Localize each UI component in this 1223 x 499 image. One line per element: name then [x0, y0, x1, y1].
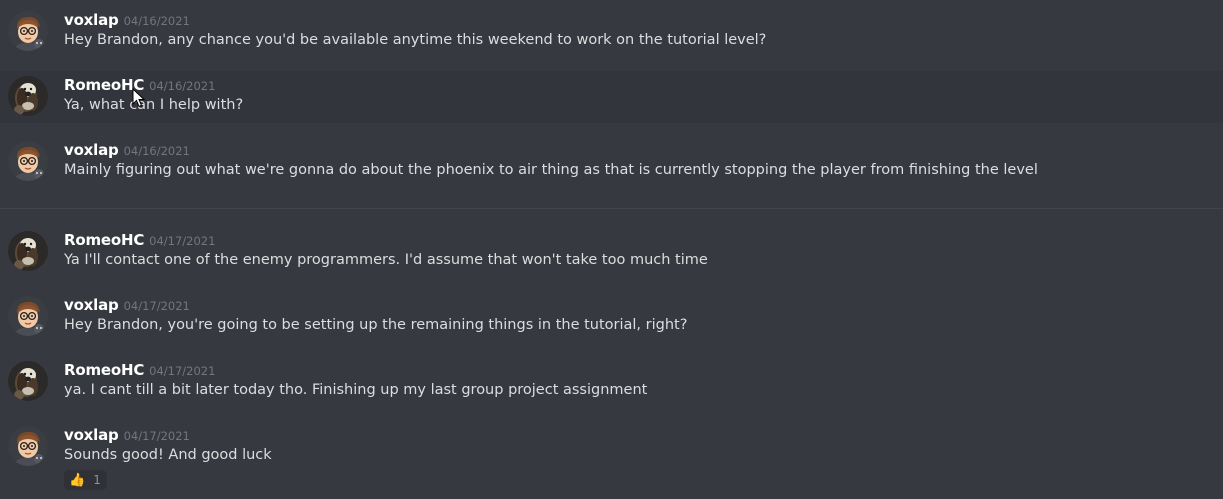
username[interactable]: voxlap	[64, 296, 119, 314]
message-header: RomeoHC 04/17/2021	[64, 230, 215, 249]
timestamp: 04/17/2021	[123, 299, 190, 313]
reaction-count: 1	[93, 473, 101, 487]
username[interactable]: voxlap	[64, 426, 119, 444]
timestamp: 04/16/2021	[149, 79, 216, 93]
chat-messages: voxlap 04/16/2021 Hey Brandon, any chance…	[0, 0, 1223, 499]
message-header: voxlap 04/17/2021	[64, 295, 190, 314]
romeohc-avatar[interactable]	[8, 231, 48, 271]
message-item: RomeoHC 04/17/2021 ya. I cant till a bit …	[0, 356, 1223, 408]
date-divider	[0, 208, 1223, 209]
voxlap-avatar[interactable]	[8, 426, 48, 466]
username[interactable]: voxlap	[64, 11, 119, 29]
message-header: RomeoHC 04/17/2021	[64, 360, 215, 379]
message-text: Hey Brandon, you're going to be setting …	[64, 317, 688, 333]
romeohc-avatar[interactable]	[8, 361, 48, 401]
message-header: voxlap 04/16/2021	[64, 10, 190, 29]
timestamp: 04/16/2021	[123, 14, 190, 28]
romeohc-avatar[interactable]	[8, 76, 48, 116]
message-text: Mainly figuring out what we're gonna do …	[64, 162, 1038, 178]
message-text: ya. I cant till a bit later today tho. F…	[64, 382, 648, 398]
message-text: Sounds good! And good luck	[64, 447, 272, 463]
voxlap-avatar[interactable]	[8, 141, 48, 181]
message-item: RomeoHC 04/17/2021 Ya I'll contact one of…	[0, 226, 1223, 278]
username[interactable]: voxlap	[64, 141, 119, 159]
voxlap-avatar[interactable]	[8, 11, 48, 51]
message-item: voxlap 04/16/2021 Mainly figuring out wha…	[0, 136, 1223, 188]
thumbs-up-icon: 👍	[69, 472, 86, 488]
message-header: RomeoHC 04/16/2021	[64, 75, 215, 94]
message-item: voxlap 04/17/2021 Sounds good! And good l…	[0, 421, 1223, 473]
message-item: RomeoHC 04/16/2021 Ya, what can I help wi…	[0, 71, 1223, 123]
username[interactable]: RomeoHC	[64, 361, 144, 379]
message-item: voxlap 04/17/2021 Hey Brandon, you're goi…	[0, 291, 1223, 343]
message-text: Hey Brandon, any chance you'd be availab…	[64, 32, 767, 48]
timestamp: 04/16/2021	[123, 144, 190, 158]
timestamp: 04/17/2021	[149, 364, 216, 378]
message-text: Ya I'll contact one of the enemy program…	[64, 252, 708, 268]
message-text: Ya, what can I help with?	[64, 97, 244, 113]
username[interactable]: RomeoHC	[64, 76, 144, 94]
message-header: voxlap 04/16/2021	[64, 140, 190, 159]
voxlap-avatar[interactable]	[8, 296, 48, 336]
username[interactable]: RomeoHC	[64, 231, 144, 249]
reaction-button[interactable]: 👍 1	[64, 470, 107, 490]
message-header: voxlap 04/17/2021	[64, 425, 190, 444]
timestamp: 04/17/2021	[123, 429, 190, 443]
timestamp: 04/17/2021	[149, 234, 216, 248]
message-item: voxlap 04/16/2021 Hey Brandon, any chance…	[0, 6, 1223, 58]
